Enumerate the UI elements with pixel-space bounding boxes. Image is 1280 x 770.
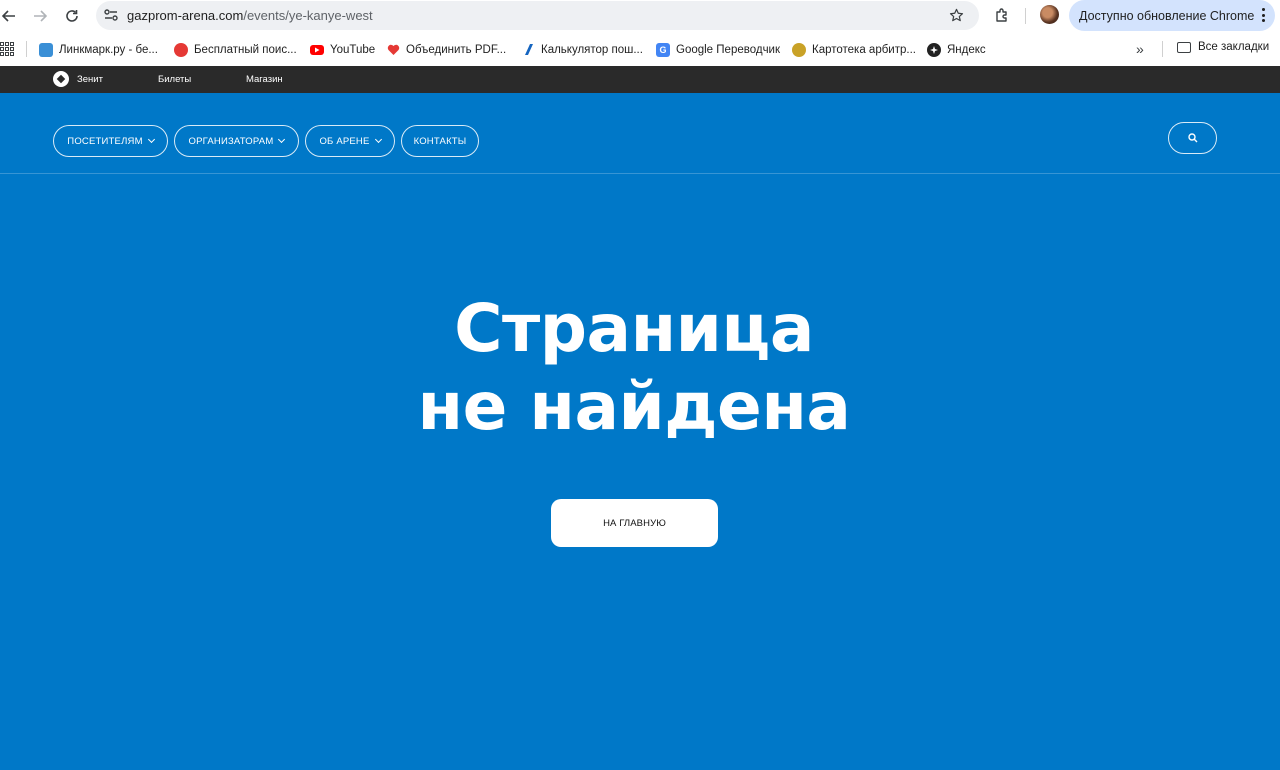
profile-avatar[interactable] (1040, 5, 1059, 24)
bookmark-label: Картотека арбитр... (812, 43, 916, 56)
emblem-icon (792, 42, 806, 57)
google-translate-icon: G (656, 42, 670, 57)
youtube-icon (310, 44, 324, 55)
all-bookmarks-label: Все закладки (1198, 41, 1270, 53)
bookmark-merge-pdf[interactable]: Объединить PDF... (386, 41, 506, 58)
bookmark-linkmark[interactable]: Линкмарк.ру - бе... (39, 41, 158, 58)
nav-about-arena[interactable]: ОБ АРЕНЕ (305, 125, 395, 157)
bookmark-free-search[interactable]: Бесплатный поис... (174, 41, 297, 58)
bookmark-youtube[interactable]: YouTube (310, 41, 375, 58)
nav-visitors[interactable]: ПОСЕТИТЕЛЯМ (53, 125, 168, 157)
bookmarks-divider (26, 41, 27, 57)
football-icon[interactable] (53, 71, 69, 87)
bookmark-yandex[interactable]: Яндекс (927, 41, 986, 58)
bookmarks-divider (1162, 41, 1163, 57)
url-path: /events/ye-kanye-west (243, 8, 373, 23)
address-bar[interactable]: gazprom-arena.com/events/ye-kanye-west (96, 1, 979, 30)
site-search-button[interactable] (1168, 122, 1217, 154)
bookmark-star-icon[interactable] (947, 6, 965, 24)
apps-grid-icon[interactable] (0, 42, 14, 56)
chevron-down-icon (278, 135, 286, 144)
yandex-icon (927, 42, 941, 57)
menu-kebab-icon[interactable] (1261, 8, 1265, 22)
page-title-line-1: Страница (454, 290, 814, 367)
chevron-down-icon (374, 135, 382, 144)
browser-toolbar: gazprom-arena.com/events/ye-kanye-west Д… (0, 0, 1280, 32)
bookmarks-bar: Линкмарк.ру - бе... Бесплатный поис... Y… (0, 32, 1280, 66)
back-icon[interactable] (0, 4, 21, 28)
site-navigation: ПОСЕТИТЕЛЯМ ОРГАНИЗАТОРАМ ОБ АРЕНЕ КОНТА… (0, 93, 1280, 174)
reload-icon[interactable] (60, 4, 84, 28)
nav-organizers[interactable]: ОРГАНИЗАТОРАМ (174, 125, 299, 157)
bookmark-label: Яндекс (947, 43, 986, 56)
bookmark-label: YouTube (330, 43, 376, 56)
toolbar-divider (1025, 8, 1026, 24)
folder-icon (1177, 41, 1191, 53)
bookmark-label: Бесплатный поис... (194, 43, 297, 56)
page-title-line-2: не найдена (417, 368, 851, 445)
search-red-icon (174, 42, 188, 57)
bookmark-arbitration[interactable]: Картотека арбитр... (792, 41, 916, 58)
bookmark-label: Google Переводчик (676, 43, 781, 56)
url-host: gazprom-arena.com (127, 8, 244, 23)
page-title: Страница не найдена (0, 290, 1268, 446)
extensions-icon[interactable] (992, 5, 1012, 25)
site-settings-icon[interactable] (102, 6, 120, 24)
url-text[interactable]: gazprom-arena.com/events/ye-kanye-west (127, 8, 373, 23)
more-bookmarks-icon[interactable]: » (1136, 41, 1144, 57)
sitebar-link-shop[interactable]: Магазин (246, 74, 283, 85)
bookmark-label: Линкмарк.ру - бе... (59, 43, 158, 56)
nav-label: ОРГАНИЗАТОРАМ (188, 135, 274, 147)
chrome-update-label: Доступно обновление Chrome (1079, 9, 1255, 23)
all-bookmarks-button[interactable]: Все закладки (1177, 41, 1269, 53)
nav-label: ОБ АРЕНЕ (319, 135, 370, 147)
bookmark-calculator[interactable]: Калькулятор пош... (521, 41, 643, 58)
bookmark-google-translate[interactable]: G Google Переводчик (656, 41, 780, 58)
search-icon (1187, 133, 1197, 143)
pdf-heart-icon (386, 43, 400, 57)
chevron-down-icon (147, 135, 155, 144)
chrome-update-button[interactable]: Доступно обновление Chrome (1069, 0, 1275, 31)
go-home-button[interactable]: НА ГЛАВНУЮ (551, 499, 718, 547)
linkmark-icon (39, 42, 53, 57)
sitebar-link-tickets[interactable]: Билеты (158, 74, 191, 85)
nav-label: ПОСЕТИТЕЛЯМ (67, 135, 143, 147)
nav-contacts[interactable]: КОНТАКТЫ (401, 125, 479, 157)
forward-icon[interactable] (28, 4, 52, 28)
calculator-icon (521, 43, 535, 57)
site-top-bar: Зенит Билеты Магазин (0, 66, 1280, 93)
bookmark-label: Объединить PDF... (406, 43, 507, 56)
sitebar-link-zenit[interactable]: Зенит (77, 74, 103, 85)
nav-label: КОНТАКТЫ (413, 135, 467, 147)
bookmark-label: Калькулятор пош... (541, 43, 643, 56)
